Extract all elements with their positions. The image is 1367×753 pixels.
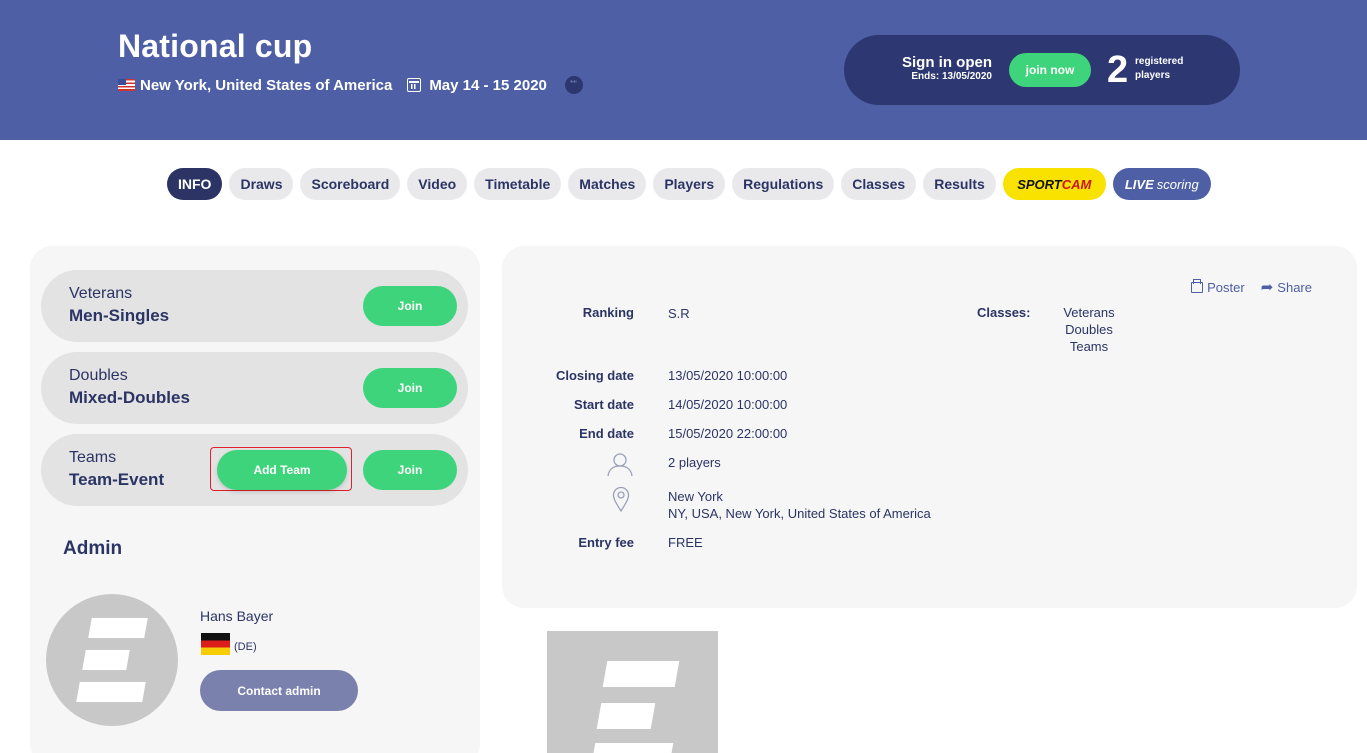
add-team-button[interactable]: Add Team <box>217 450 347 490</box>
signup-status: Sign in open Ends: 13/05/2020 <box>902 55 992 83</box>
logo-bar <box>82 650 130 670</box>
registered-label: registered players <box>1135 55 1183 83</box>
entry-fee-value: FREE <box>668 535 703 550</box>
event-info-panel: Poster ➦ Share Ranking S.R Classes: Vete… <box>502 246 1357 608</box>
join-team-event-button[interactable]: Join <box>363 450 457 490</box>
event-dates: May 14 - 15 2020 <box>429 76 547 94</box>
join-men-singles-button[interactable]: Join <box>363 286 457 326</box>
class-card-doubles: Doubles Mixed-Doubles Join <box>41 352 468 424</box>
admin-name: Hans Bayer <box>200 608 274 624</box>
classes-list-item: Veterans <box>1063 305 1115 320</box>
registered-label-line1: registered <box>1135 56 1184 67</box>
tab-scoreboard[interactable]: Scoreboard <box>300 168 401 200</box>
calendar-icon <box>407 78 422 92</box>
classes-panel: Veterans Men-Singles Join Doubles Mixed-… <box>30 246 480 753</box>
classes-list-item: Doubles <box>1065 322 1113 337</box>
event-meta: New York, United States of America May 1… <box>118 76 583 94</box>
start-date-label: Start date <box>574 397 634 412</box>
closing-date-value: 13/05/2020 10:00:00 <box>668 368 788 383</box>
ranking-value: S.R <box>668 306 690 321</box>
logo-bar <box>590 743 674 753</box>
registered-label-line2: players <box>1135 70 1171 81</box>
us-flag-icon <box>118 79 135 91</box>
event-location: New York, United States of America <box>140 76 393 94</box>
tab-sportcam[interactable]: SPORT CAM <box>1002 168 1106 200</box>
tab-regulations[interactable]: Regulations <box>732 168 835 200</box>
class-card-teams: Teams Team-Event Add Team Join <box>41 434 468 506</box>
poster-label: Poster <box>1207 280 1245 295</box>
signup-panel: Sign in open Ends: 13/05/2020 join now 2… <box>844 35 1240 105</box>
poster-link[interactable]: Poster <box>1191 279 1245 295</box>
classes-list: Veterans Doubles Teams <box>1050 304 1128 355</box>
admin-avatar <box>46 594 178 726</box>
live-scoring-part2: scoring <box>1156 176 1199 192</box>
tab-players[interactable]: Players <box>653 168 726 200</box>
sportcam-logo-part2: CAM <box>1061 176 1092 192</box>
tab-matches[interactable]: Matches <box>568 168 647 200</box>
tab-info[interactable]: INFO <box>167 168 223 200</box>
tab-live-scoring[interactable]: LIVE scoring <box>1112 168 1211 200</box>
venue-name: New York <box>668 489 723 504</box>
tab-draws[interactable]: Draws <box>229 168 294 200</box>
event-name: Men-Singles <box>69 306 170 325</box>
registered-count: 2 <box>1107 49 1129 91</box>
location-pin-icon <box>612 486 630 512</box>
signup-status-text: Sign in open <box>902 54 992 71</box>
bowling-ball-icon <box>564 76 583 94</box>
logo-bar <box>602 661 680 687</box>
join-mixed-doubles-button[interactable]: Join <box>363 368 457 408</box>
print-icon <box>1191 279 1204 293</box>
venue-address: NY, USA, New York, United States of Amer… <box>668 506 931 521</box>
share-label: Share <box>1277 280 1312 295</box>
sportcam-logo-part1: SPORT <box>1017 176 1062 192</box>
admin-country: (DE) <box>234 641 257 653</box>
share-link[interactable]: ➦ Share <box>1261 280 1312 295</box>
entry-fee-label: Entry fee <box>578 535 634 550</box>
class-name: Veterans <box>69 285 133 302</box>
contact-admin-button[interactable]: Contact admin <box>200 670 358 711</box>
venue: New York NY, USA, New York, United State… <box>668 488 931 522</box>
admin-heading: Admin <box>63 538 123 559</box>
event-header: National cup New York, United States of … <box>0 0 1367 140</box>
event-name: Mixed-Doubles <box>69 388 190 407</box>
event-name: Team-Event <box>69 470 165 489</box>
class-name: Teams <box>69 449 117 466</box>
germany-flag-icon <box>201 633 230 655</box>
tab-classes[interactable]: Classes <box>841 168 917 200</box>
start-date-value: 14/05/2020 10:00:00 <box>668 397 788 412</box>
tab-video[interactable]: Video <box>407 168 468 200</box>
classes-list-item: Teams <box>1069 339 1109 354</box>
closing-date-label: Closing date <box>555 368 634 383</box>
tab-timetable[interactable]: Timetable <box>474 168 562 200</box>
live-scoring-part1: LIVE <box>1124 176 1154 192</box>
class-name: Doubles <box>69 367 128 384</box>
ranking-label: Ranking <box>582 305 634 320</box>
class-card-veterans: Veterans Men-Singles Join <box>41 270 468 342</box>
tab-results[interactable]: Results <box>923 168 996 200</box>
signup-ends-text: Ends: 13/05/2020 <box>911 71 992 82</box>
user-icon <box>607 453 633 477</box>
info-tools: Poster ➦ Share <box>1191 279 1312 295</box>
logo-bar <box>76 682 146 702</box>
event-title: National cup <box>118 28 313 64</box>
end-date-label: End date <box>579 426 634 441</box>
logo-bar <box>88 618 148 638</box>
logo-bar <box>596 703 656 729</box>
players-count: 2 players <box>668 455 721 470</box>
share-icon: ➦ <box>1260 279 1274 296</box>
classes-label: Classes: <box>977 305 1031 320</box>
tournament-nav: INFO Draws Scoreboard Video Timetable Ma… <box>167 168 1211 200</box>
event-poster-image <box>547 631 718 753</box>
end-date-value: 15/05/2020 22:00:00 <box>668 426 788 441</box>
join-now-button[interactable]: join now <box>1009 53 1091 87</box>
